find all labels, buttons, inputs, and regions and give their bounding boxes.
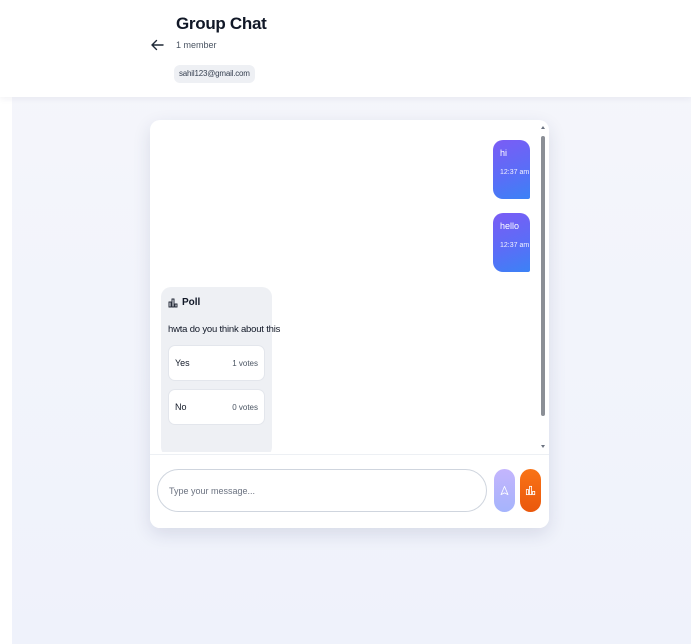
poll-message: Poll hwta do you think about this Yes 1 … (161, 287, 281, 452)
poll-option-votes: 1 votes (232, 358, 258, 368)
poll-option-no[interactable]: No 0 votes (168, 389, 265, 425)
message-time: 12:37 am (500, 169, 530, 176)
member-email-chip: sahil123@gmail.com (174, 65, 255, 83)
chat-window: hi 12:37 am hello 12:37 am Poll hwta do … (150, 120, 549, 528)
message-input[interactable] (157, 469, 487, 512)
message-text: hello (500, 221, 520, 231)
scroll-up-arrow-icon[interactable] (541, 126, 545, 129)
chat-header: Group Chat 1 member sahil123@gmail.com (0, 0, 691, 97)
scrollbar[interactable] (540, 124, 547, 450)
arrow-left-icon (151, 39, 164, 51)
message-bubble-outgoing: hi 12:37 am (493, 140, 530, 199)
poll-option-label: No (175, 402, 187, 412)
poll-option-yes[interactable]: Yes 1 votes (168, 345, 265, 381)
poll-question: hwta do you think about this (168, 324, 281, 335)
bar-chart-icon (168, 298, 178, 307)
send-button[interactable] (494, 469, 515, 512)
message-bubble-outgoing: hello 12:37 am (493, 213, 530, 272)
message-text: hi (500, 148, 508, 158)
bar-chart-icon (525, 485, 536, 496)
back-button[interactable] (148, 36, 166, 54)
message-composer (150, 454, 549, 528)
scroll-down-arrow-icon[interactable] (541, 445, 545, 448)
message-time: 12:37 am (500, 242, 530, 249)
page-title: Group Chat (176, 14, 267, 33)
message-list[interactable]: hi 12:37 am hello 12:37 am Poll hwta do … (150, 120, 549, 452)
create-poll-button[interactable] (520, 469, 541, 512)
poll-option-votes: 0 votes (232, 402, 258, 412)
member-count: 1 member (176, 40, 217, 50)
poll-header: Poll (168, 297, 265, 308)
poll-option-label: Yes (175, 358, 190, 368)
scrollbar-thumb[interactable] (541, 136, 545, 416)
poll-label: Poll (182, 297, 201, 308)
send-icon (500, 485, 509, 496)
